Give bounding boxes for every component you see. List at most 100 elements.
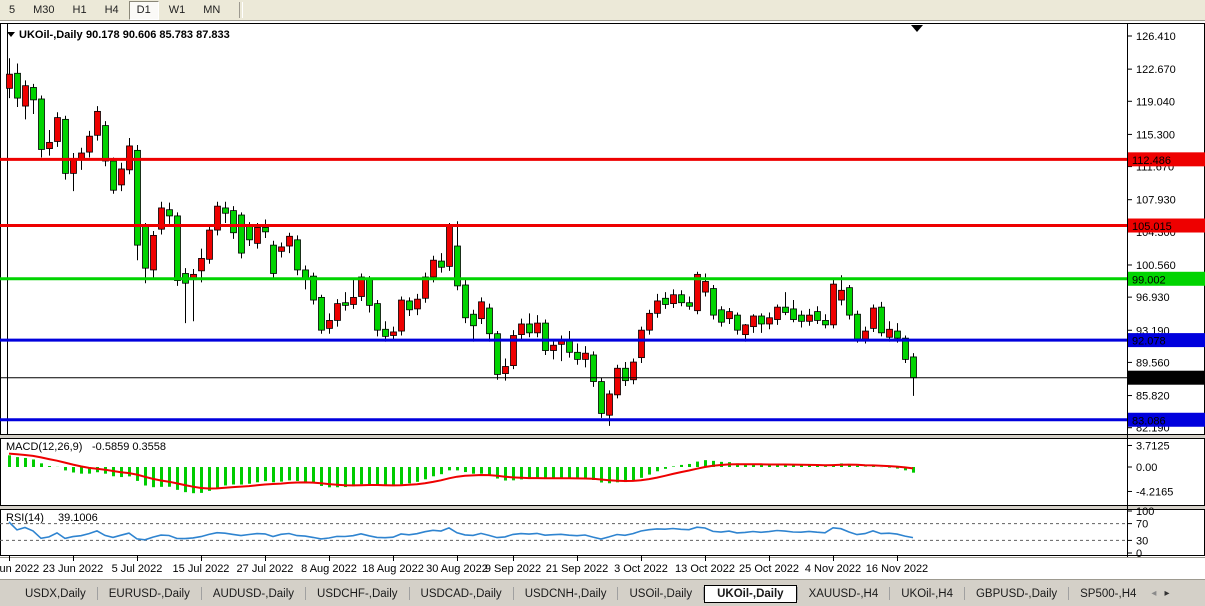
timeframe-button-d1[interactable]: D1 — [129, 1, 159, 20]
candle-body — [679, 295, 685, 303]
candle-body — [471, 314, 477, 326]
chart-title: UKOil-,Daily — [19, 29, 83, 41]
candle-body — [207, 230, 213, 259]
candle-body — [815, 312, 821, 321]
y-axis-label: 119.040 — [1136, 96, 1175, 108]
price-chart-svg[interactable]: 126.410122.670119.040115.300111.670107.9… — [0, 21, 1205, 579]
x-axis-label[interactable]: 23 Jun 2022 — [43, 563, 104, 575]
candle-body — [391, 332, 397, 336]
candle-body — [671, 295, 677, 304]
x-axis-label[interactable]: 13 Jun 2022 — [0, 563, 39, 575]
candle-body — [167, 210, 173, 216]
candle-body — [743, 325, 749, 335]
rsi-indicator-value: 39.1006 — [58, 512, 98, 524]
main-pane[interactable] — [1, 24, 1205, 435]
candle-body — [615, 368, 621, 395]
candle-body — [543, 323, 549, 350]
x-axis-label[interactable]: 21 Sep 2022 — [546, 563, 608, 575]
candle-body — [551, 345, 557, 350]
y-axis-label: 100.560 — [1136, 260, 1176, 272]
candle-body — [135, 150, 141, 245]
timeframe-button-h1[interactable]: H1 — [65, 1, 95, 20]
tab-sp500-h4[interactable]: SP500-,H4 — [1069, 585, 1147, 603]
candle-body — [31, 87, 37, 99]
rsi-axis-label: 30 — [1136, 535, 1148, 547]
tab-usdchf-daily[interactable]: USDCHF-,Daily — [306, 585, 409, 603]
tab-usdx-daily[interactable]: USDX,Daily — [14, 585, 97, 603]
x-axis-label[interactable]: 3 Oct 2022 — [614, 563, 668, 575]
tab-xauusd-h4[interactable]: XAUUSD-,H4 — [798, 585, 890, 603]
tab-usoil-daily[interactable]: USOil-,Daily — [618, 585, 703, 603]
candle-body — [7, 74, 13, 88]
candle-body — [407, 301, 413, 310]
x-axis-label[interactable]: 13 Oct 2022 — [675, 563, 735, 575]
candle-body — [791, 309, 797, 320]
pane-splitter[interactable] — [0, 435, 1205, 438]
candle-body — [447, 227, 453, 267]
tab-ukoil-h4[interactable]: UKOil-,H4 — [890, 585, 964, 603]
candle-body — [63, 119, 69, 173]
candle-body — [431, 260, 437, 277]
x-axis-label[interactable]: 27 Jul 2022 — [237, 563, 294, 575]
price-tag-label: 105.015 — [1132, 221, 1172, 233]
candle-body — [623, 368, 629, 380]
candle-body — [631, 362, 637, 380]
timeframe-button-h4[interactable]: H4 — [97, 1, 127, 20]
rsi-pane[interactable] — [1, 510, 1205, 556]
tab-eurusd-daily[interactable]: EURUSD-,Daily — [98, 585, 201, 603]
x-axis-label[interactable]: 15 Jul 2022 — [173, 563, 230, 575]
candle-body — [39, 99, 45, 149]
tab-usdcad-daily[interactable]: USDCAD-,Daily — [410, 585, 513, 603]
candle-body — [103, 126, 109, 161]
timeframe-button-mn[interactable]: MN — [195, 1, 228, 20]
tab-gbpusd-daily[interactable]: GBPUSD-,Daily — [965, 585, 1068, 603]
x-axis-label[interactable]: 25 Oct 2022 — [739, 563, 799, 575]
timeframe-button-m30[interactable]: M30 — [25, 1, 62, 20]
candle-body — [711, 289, 717, 316]
candle-body — [271, 245, 277, 273]
candle-body — [295, 240, 301, 270]
rsi-indicator-label: RSI(14) — [6, 512, 44, 524]
x-axis-label[interactable]: 16 Nov 2022 — [866, 563, 928, 575]
candle-body — [703, 281, 709, 292]
candle-body — [783, 307, 789, 312]
timeframe-toolbar: 5M30H1H4D1W1MN — [0, 0, 1205, 21]
tab-scroll-right-icon[interactable]: ▸ — [1160, 586, 1173, 601]
candle-body — [415, 299, 421, 309]
candle-body — [95, 111, 101, 135]
symbol-tab-bar: USDX,DailyEURUSD-,DailyAUDUSD-,DailyUSDC… — [0, 579, 1205, 606]
x-axis-label[interactable]: 8 Aug 2022 — [301, 563, 357, 575]
x-axis-label[interactable]: 4 Nov 2022 — [805, 563, 861, 575]
candle-body — [263, 227, 269, 231]
pane-splitter[interactable] — [0, 506, 1205, 509]
x-axis-label[interactable]: 9 Sep 2022 — [485, 563, 541, 575]
candle-body — [319, 297, 325, 330]
candle-body — [55, 118, 61, 142]
tab-usdcnh-daily[interactable]: USDCNH-,Daily — [514, 585, 618, 603]
price-tag-label: 112.486 — [1132, 155, 1171, 167]
candle-body — [639, 330, 645, 357]
candle-body — [239, 215, 245, 253]
candle-body — [799, 315, 805, 321]
candle-body — [439, 261, 445, 267]
x-axis-label[interactable]: 5 Jul 2022 — [112, 563, 163, 575]
candle-body — [87, 136, 93, 152]
candle-body — [487, 308, 493, 334]
timeframe-button-w1[interactable]: W1 — [161, 1, 194, 20]
candle-body — [15, 73, 21, 98]
candle-body — [535, 323, 541, 333]
timeframe-button-5[interactable]: 5 — [1, 1, 23, 20]
y-axis-label: 115.300 — [1136, 129, 1175, 141]
candle-body — [767, 318, 773, 324]
tab-scroll-left-icon[interactable]: ◂ — [1147, 586, 1160, 601]
tab-ukoil-daily[interactable]: UKOil-,Daily — [704, 585, 796, 603]
rsi-axis-label: 0 — [1136, 548, 1142, 560]
x-axis-label[interactable]: 30 Aug 2022 — [426, 563, 488, 575]
candle-body — [247, 226, 253, 240]
tab-audusd-daily[interactable]: AUDUSD-,Daily — [202, 585, 305, 603]
candle-body — [399, 300, 405, 331]
candle-body — [807, 315, 813, 321]
macd-indicator-values: -0.5859 0.3558 — [92, 441, 166, 453]
candle-body — [151, 235, 157, 270]
x-axis-label[interactable]: 18 Aug 2022 — [362, 563, 424, 575]
